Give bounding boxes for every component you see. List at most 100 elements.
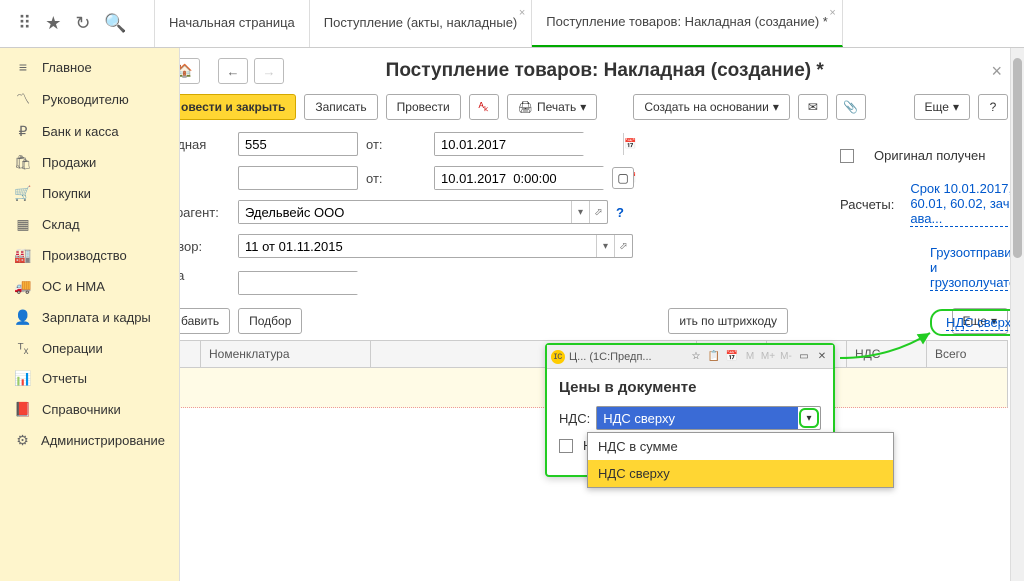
min-button[interactable]: ▭ <box>797 350 811 364</box>
app-icon: ɪc <box>551 350 565 364</box>
barcode-button[interactable]: ить по штрихкоду <box>668 308 788 334</box>
sidebar-item[interactable]: 📕Справочники <box>0 394 179 425</box>
sidebar-item[interactable]: 🛍Продажи <box>0 147 179 178</box>
person-icon: 👤 <box>14 309 32 326</box>
page-title: Поступление товаров: Накладная (создание… <box>230 60 979 82</box>
nds-label: НДС: <box>559 411 590 426</box>
date-label: от: <box>366 171 426 186</box>
chevron-down-icon[interactable]: ▾ <box>571 201 589 223</box>
topbar-icons: ⠿ ★ ↻ 🔍 <box>0 0 155 47</box>
factory-icon: 🏭 <box>14 247 32 264</box>
na-label: на т: <box>180 268 230 298</box>
truck-icon: 🚚 <box>14 278 32 295</box>
add-button[interactable]: бавить <box>180 308 230 334</box>
original-label: Оригинал получен <box>874 148 985 163</box>
popup-titlebar[interactable]: ɪc Ц... (1С:Предп... ☆ 📋 📅 M M+ M- ▭ ✕ <box>547 345 833 369</box>
sidebar-item[interactable]: ≡Главное <box>0 52 179 82</box>
nakladnaya-input[interactable] <box>238 132 358 156</box>
apps-icon[interactable]: ⠿ <box>18 13 31 34</box>
close-icon[interactable]: × <box>829 6 835 20</box>
nds-option[interactable]: НДС в сумме <box>588 433 893 460</box>
fav-icon[interactable]: ☆ <box>689 350 703 364</box>
contragent-input[interactable]: ▾⬀ <box>238 200 608 224</box>
chart-icon: 〽 <box>14 89 32 109</box>
calendar-icon[interactable]: 📅 <box>623 133 636 155</box>
nds-select[interactable]: ▾ <box>596 406 821 430</box>
history-icon[interactable]: ↻ <box>75 13 90 34</box>
na-input[interactable] <box>238 271 358 295</box>
open-icon[interactable]: ⬀ <box>614 235 632 257</box>
mplus-button[interactable]: M+ <box>761 350 775 364</box>
dogovor-input[interactable]: ▾⬀ <box>238 234 633 258</box>
tab-home[interactable]: Начальная страница <box>155 0 310 47</box>
gear-icon: ⚙ <box>14 432 31 449</box>
help-button[interactable]: ? <box>978 94 1008 120</box>
chevron-down-icon[interactable]: ▾ <box>596 235 614 257</box>
bag-icon: 🛍 <box>14 154 32 171</box>
open-button[interactable]: ▢ <box>612 167 634 189</box>
contragent-label: трагент: <box>180 205 230 220</box>
main: 🏠 ← → Поступление товаров: Накладная (со… <box>180 48 1024 581</box>
mminus-button[interactable]: M- <box>779 350 793 364</box>
raschety-link[interactable]: Срок 10.01.2017, 60.01, 60.02, зачет ава… <box>910 181 1024 227</box>
create-based-button[interactable]: Создать на основании ▾ <box>633 94 790 120</box>
popup-heading: Цены в документе <box>559 379 821 396</box>
tabs: Начальная страница Поступление (акты, на… <box>155 0 843 47</box>
topbar: ⠿ ★ ↻ 🔍 Начальная страница Поступление (… <box>0 0 1024 48</box>
date2-input[interactable]: 📅 <box>434 166 604 190</box>
nds-option-selected[interactable]: НДС сверху <box>588 460 893 487</box>
sidebar-item[interactable]: 〽Руководителю <box>0 82 179 116</box>
tab-invoice[interactable]: Поступление товаров: Накладная (создание… <box>532 0 843 47</box>
cal-icon[interactable]: 📅 <box>725 350 739 364</box>
podbor-button[interactable]: Подбор <box>238 308 302 334</box>
info-icon[interactable]: ? <box>616 205 624 220</box>
attach-button[interactable]: 📎 <box>836 94 866 120</box>
sidebar-item[interactable]: 🏭Производство <box>0 240 179 271</box>
sidebar-item[interactable]: 🛒Покупки <box>0 178 179 209</box>
mail-button[interactable]: ✉ <box>798 94 828 120</box>
close-button[interactable]: × <box>985 61 1008 82</box>
popup-win-title: Ц... (1С:Предп... <box>569 351 652 363</box>
r-label: р: <box>180 171 230 186</box>
print-button[interactable]: 🖨 Печать ▾ <box>507 94 598 120</box>
r-input[interactable] <box>238 166 358 190</box>
date-label: от: <box>366 137 426 152</box>
calc-icon[interactable]: 📋 <box>707 350 721 364</box>
close-icon[interactable]: × <box>519 6 525 20</box>
date1-input[interactable]: 📅 <box>434 132 584 156</box>
ops-icon: ᵀₓ <box>14 340 32 356</box>
dtkt-button[interactable]: ᴬₖ <box>469 94 499 120</box>
sidebar-item[interactable]: 🚚ОС и НМА <box>0 271 179 302</box>
toolbar: овести и закрыть Записать Провести ᴬₖ 🖨 … <box>180 94 1008 120</box>
tab-receipts[interactable]: Поступление (акты, накладные)× <box>310 0 532 47</box>
raschety-label: Расчеты: <box>840 197 894 212</box>
post-button[interactable]: Провести <box>386 94 461 120</box>
search-icon[interactable]: 🔍 <box>104 13 126 34</box>
home-button[interactable]: 🏠 <box>180 58 200 84</box>
ruble-icon: ₽ <box>14 123 32 140</box>
sidebar-item[interactable]: ▦Склад <box>0 209 179 240</box>
sidebar-item[interactable]: ₽Банк и касса <box>0 116 179 147</box>
warehouse-icon: ▦ <box>14 216 32 233</box>
chevron-down-icon[interactable]: ▾ <box>799 408 819 428</box>
dogovor-label: овор: <box>180 239 230 254</box>
star-icon[interactable]: ★ <box>45 13 61 34</box>
sidebar-item[interactable]: ⚙Администрирование <box>0 425 179 456</box>
nds-dropdown: НДС в сумме НДС сверху <box>587 432 894 488</box>
sidebar: ≡Главное 〽Руководителю ₽Банк и касса 🛍Пр… <box>0 48 180 581</box>
write-button[interactable]: Записать <box>304 94 377 120</box>
sidebar-item[interactable]: ᵀₓОперации <box>0 333 179 363</box>
vertical-scrollbar[interactable] <box>1010 48 1024 581</box>
popup-close-button[interactable]: ✕ <box>815 350 829 364</box>
right-column: Оригинал получен Расчеты: Срок 10.01.2017… <box>840 148 1024 354</box>
book-icon: 📕 <box>14 401 32 418</box>
m-button[interactable]: M <box>743 350 757 364</box>
more-button[interactable]: Еще ▾ <box>914 94 970 120</box>
menu-icon: ≡ <box>14 59 32 75</box>
open-icon[interactable]: ⬀ <box>589 201 607 223</box>
original-checkbox[interactable] <box>840 149 854 163</box>
post-close-button[interactable]: овести и закрыть <box>180 94 296 120</box>
nds-checkbox[interactable] <box>559 439 573 453</box>
sidebar-item[interactable]: 👤Зарплата и кадры <box>0 302 179 333</box>
sidebar-item[interactable]: 📊Отчеты <box>0 363 179 394</box>
